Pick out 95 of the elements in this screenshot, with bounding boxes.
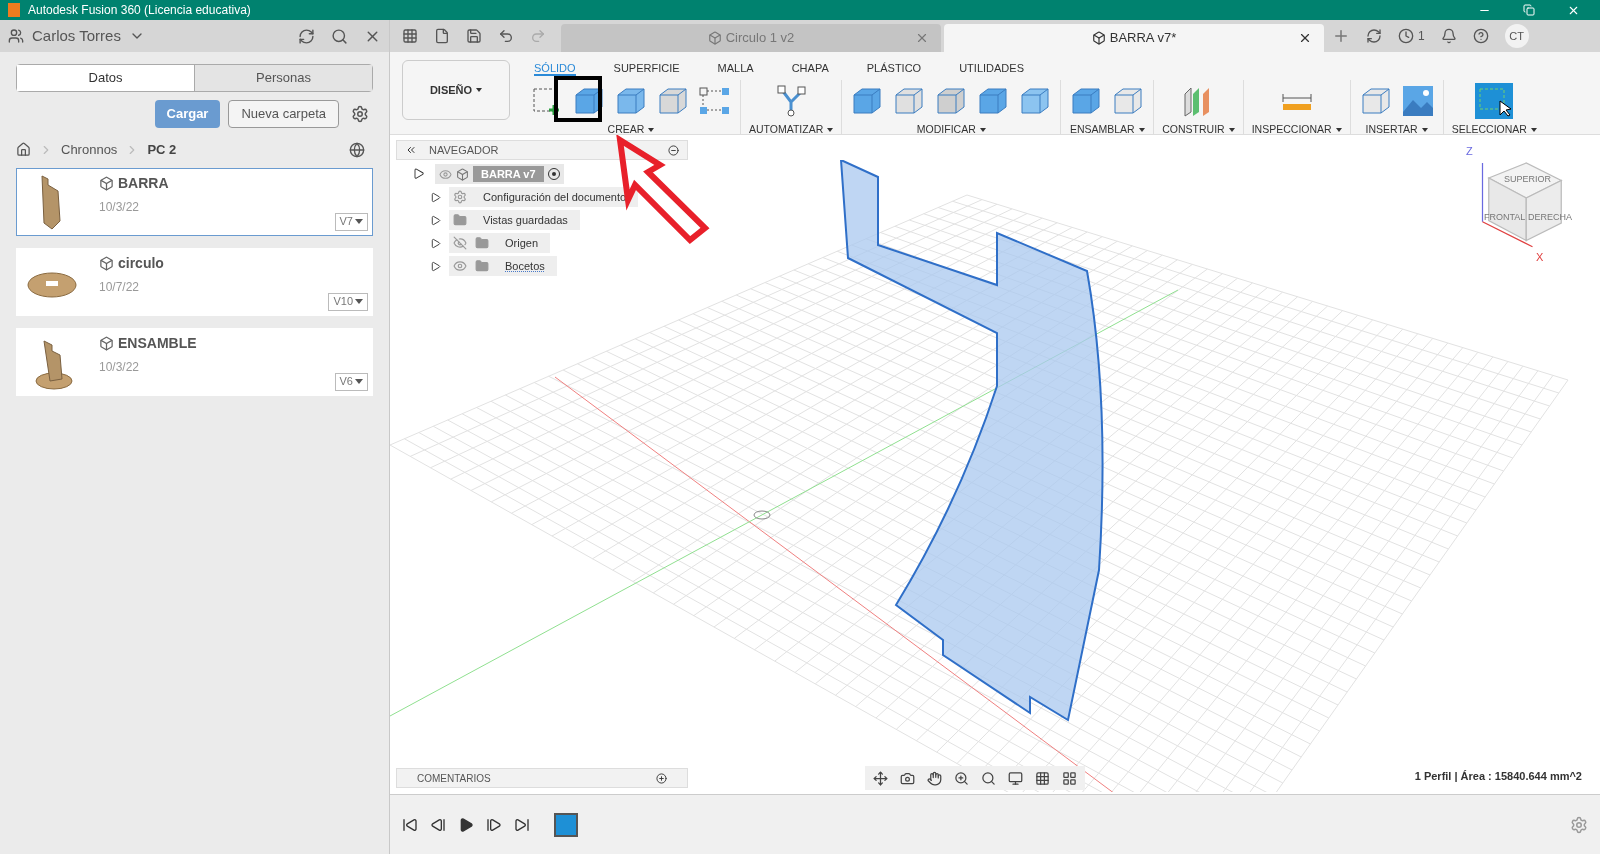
document-title: Circulo 1 v2 (725, 29, 795, 48)
ribbon-tab[interactable]: CHAPA (791, 60, 829, 76)
panel-tab[interactable]: Datos (17, 65, 194, 91)
last-icon[interactable] (514, 816, 530, 833)
highlight-frame (554, 76, 602, 122)
browser-item[interactable]: Vistas guardadas (449, 210, 580, 230)
jobs-count: 1 (1418, 28, 1425, 45)
axis-label: Z (1466, 144, 1473, 159)
close-tab-icon[interactable] (1298, 31, 1312, 45)
file-icon[interactable] (434, 28, 450, 44)
collapsed-arrow-icon[interactable] (430, 237, 441, 249)
file-date: 10/3/22 (99, 358, 141, 376)
help-icon[interactable] (1472, 28, 1489, 44)
refresh-icon[interactable] (298, 27, 315, 45)
grid-icon[interactable] (1035, 770, 1050, 786)
browser-item[interactable]: Origen (449, 233, 551, 253)
ribbon-tab[interactable]: PLÁSTICO (866, 60, 922, 76)
browser-title: NAVEGADOR (429, 142, 499, 158)
file-name[interactable]: ENSAMBLE (118, 332, 197, 354)
workspace-dropdown[interactable]: DISEÑO (402, 60, 510, 120)
file-name[interactable]: BARRA (118, 172, 169, 194)
folder-icon (475, 259, 489, 273)
part-icon (99, 335, 114, 351)
settings-icon[interactable] (351, 105, 369, 123)
cube-face-label: FRONTAL (1484, 211, 1526, 224)
pan-hand-icon[interactable] (927, 770, 942, 786)
folder-icon (453, 213, 467, 227)
automate-icon[interactable] (774, 84, 809, 118)
fit-search-icon[interactable] (981, 770, 996, 786)
user-avatar[interactable]: CT (1504, 24, 1529, 48)
browser-item[interactable]: Bocetos (449, 256, 557, 276)
file-card[interactable]: circulo 10/7/22 V10 (16, 247, 373, 316)
window-title: Autodesk Fusion 360 (Licencia educativa) (28, 2, 251, 19)
browser-item[interactable]: Configuración del documento (449, 187, 639, 207)
file-name[interactable]: circulo (118, 252, 164, 274)
display-icon[interactable] (1008, 770, 1023, 786)
undo-icon[interactable] (498, 28, 514, 44)
add-comment-icon[interactable] (656, 772, 667, 784)
collapsed-arrow-icon[interactable] (430, 191, 441, 203)
next-icon[interactable] (486, 816, 502, 833)
collapsed-arrow-icon[interactable] (430, 260, 441, 272)
previous-icon[interactable] (430, 816, 446, 833)
user-name[interactable]: Carlos Torres (32, 24, 121, 48)
play-icon[interactable] (458, 816, 474, 833)
cube-face-label: DERECHA (1528, 211, 1572, 224)
orbit-icon[interactable] (873, 770, 888, 786)
notification-icon[interactable] (1440, 28, 1457, 44)
save-icon[interactable] (466, 28, 482, 44)
minimize-icon[interactable] (668, 144, 679, 156)
collapsed-arrow-icon[interactable] (430, 214, 441, 226)
document-tab[interactable]: BARRA v7* (944, 24, 1324, 52)
zoom-icon[interactable] (954, 770, 969, 786)
file-date: 10/3/22 (99, 198, 141, 216)
part-icon (1091, 31, 1106, 45)
first-icon[interactable] (402, 816, 418, 833)
timeline-sketch-icon[interactable] (554, 812, 578, 837)
image-icon[interactable] (1400, 84, 1435, 118)
gear-icon (453, 190, 467, 204)
globe-icon[interactable] (349, 141, 365, 158)
jobs-icon[interactable] (1398, 28, 1414, 44)
part-icon (707, 31, 722, 45)
breadcrumb-item[interactable]: PC 2 (147, 140, 177, 160)
camera-icon[interactable] (900, 770, 915, 786)
version-dropdown[interactable]: V7 (334, 212, 368, 231)
file-card[interactable]: ENSAMBLE 10/3/22 V6 (16, 327, 373, 396)
search-icon[interactable] (331, 27, 348, 45)
ribbon-tab[interactable]: MALLA (717, 60, 754, 76)
file-date: 10/7/22 (99, 278, 141, 296)
ribbon-tab[interactable]: SÓLIDO (534, 60, 576, 76)
version-dropdown[interactable]: V10 (328, 292, 368, 311)
breadcrumb-item[interactable]: Chronnos (61, 140, 118, 160)
part-icon (99, 255, 114, 271)
restore-icon[interactable] (1523, 3, 1535, 16)
new-folder-button[interactable]: Nueva carpeta (228, 100, 339, 128)
panel-tab[interactable]: Personas (194, 65, 372, 91)
version-dropdown[interactable]: V6 (334, 372, 368, 391)
status-text: 1 Perfil | Área : 15840.644 mm^2 (1414, 768, 1582, 784)
file-card[interactable]: BARRA 10/3/22 V7 (16, 167, 373, 236)
viewports-icon[interactable] (1062, 770, 1077, 786)
home-icon[interactable] (16, 142, 31, 158)
collapse-icon[interactable] (405, 144, 417, 156)
comments-title: COMENTARIOS (417, 771, 491, 786)
select-icon[interactable] (1475, 83, 1514, 119)
cube-face-label: SUPERIOR (1504, 173, 1551, 186)
grid-menu-icon[interactable] (402, 28, 418, 44)
ribbon-tab[interactable]: UTILIDADES (959, 60, 1024, 76)
sync-icon[interactable] (1366, 28, 1382, 44)
ribbon-tab[interactable]: SUPERFICIE (613, 60, 680, 76)
app-logo-icon (8, 3, 20, 17)
document-title: BARRA v7* (1109, 29, 1177, 48)
folder-icon (475, 236, 489, 250)
team-icon[interactable] (8, 28, 24, 44)
axis-label: X (1536, 250, 1544, 265)
part-icon (99, 175, 114, 191)
component-icon (456, 167, 469, 181)
